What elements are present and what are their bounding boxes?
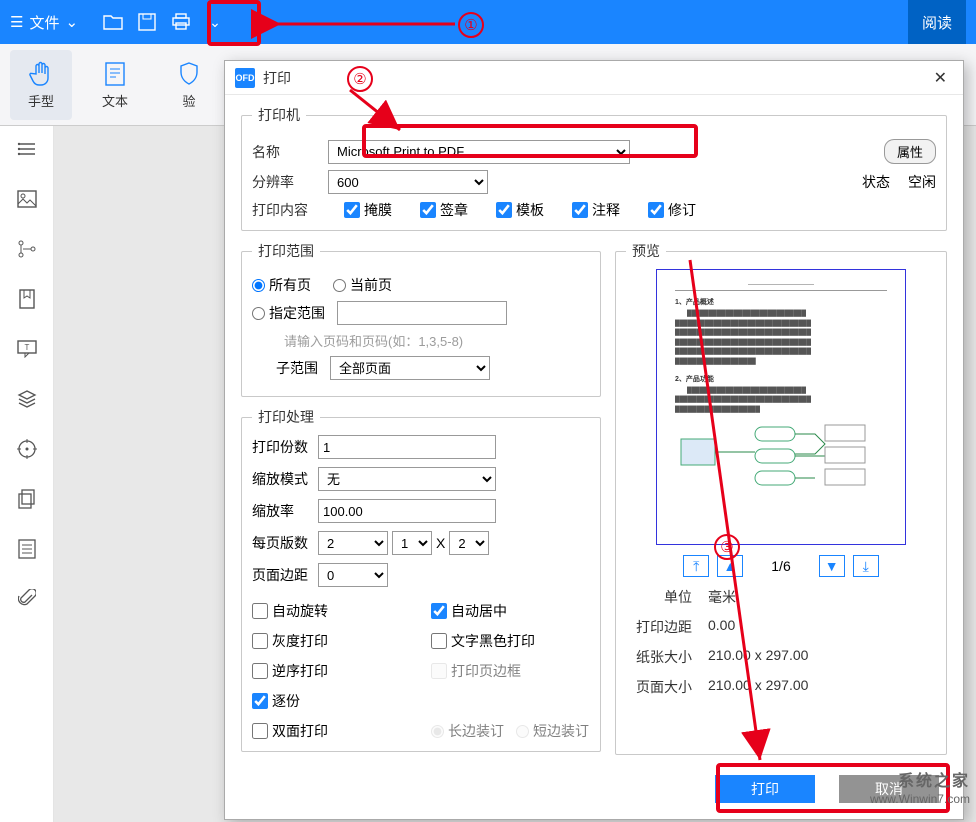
annotation-arrows bbox=[0, 0, 976, 822]
watermark: 系统之家 www.Winwin7.com bbox=[870, 772, 970, 806]
